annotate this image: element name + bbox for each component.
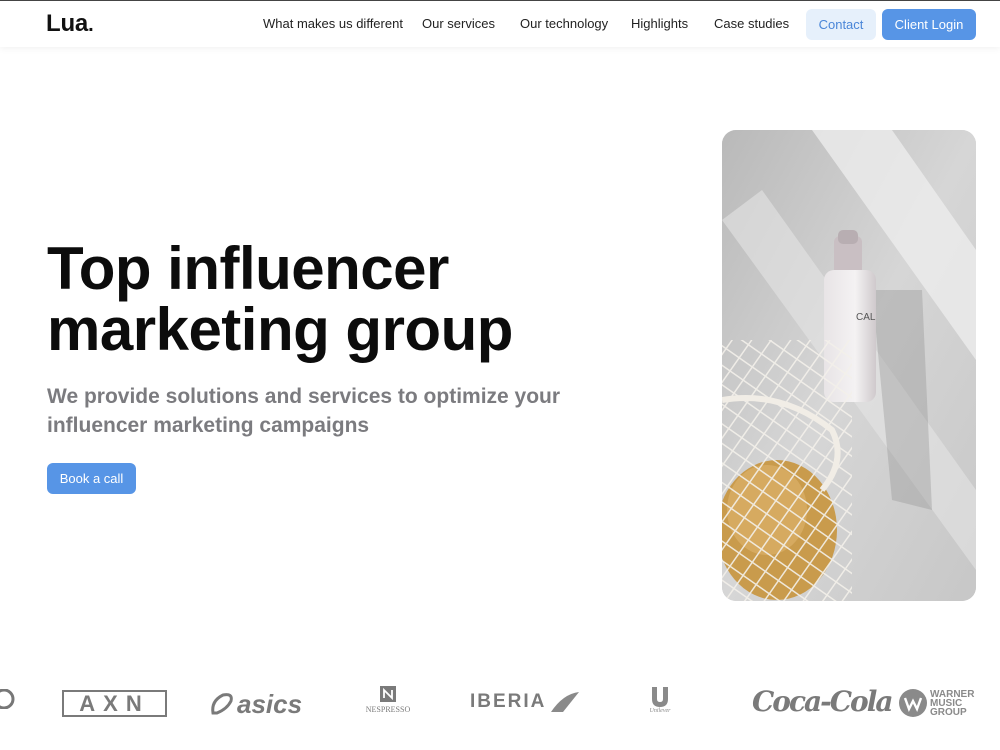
hero-title-line-2: marketing group <box>47 296 513 363</box>
main-nav: What makes us different Our services Our… <box>0 1 1000 48</box>
nav-case-studies[interactable]: Case studies <box>714 16 789 31</box>
warner-line-3: GROUP <box>930 706 967 718</box>
hero-title: Top influencer marketing group <box>47 238 667 360</box>
hero-product-image: CAL <box>722 130 976 601</box>
nav-highlights[interactable]: Highlights <box>631 16 688 31</box>
partial-brand-icon <box>0 689 15 709</box>
brand-asics-logo: asics <box>209 688 302 720</box>
brand-warner-music-text: WARNER MUSIC GROUP <box>930 689 974 718</box>
book-a-call-button[interactable]: Book a call <box>47 463 136 494</box>
brand-unilever-text: Unilever <box>649 708 671 714</box>
brand-warner-music-logo: WARNER MUSIC GROUP <box>898 688 974 718</box>
client-login-button[interactable]: Client Login <box>882 9 976 40</box>
brand-coca-cola-logo: Coca-Cola <box>752 685 894 718</box>
site-header: Lua. What makes us different Our service… <box>0 0 1000 47</box>
svg-text:CAL: CAL <box>856 312 876 323</box>
hero-title-line-1: Top influencer <box>47 235 449 302</box>
brand-iberia-logo: IBERIA <box>470 690 581 714</box>
brand-axn-text: AXN <box>79 690 150 716</box>
nespresso-n-icon <box>380 686 396 702</box>
warner-w-icon <box>899 689 927 717</box>
brand-nespresso-text: NESPRESSO <box>365 705 411 714</box>
iberia-wing-icon <box>551 692 580 712</box>
brand-logos-strip: AXN asics NESPRESSO IBERIA Unilever Coca… <box>0 680 1000 730</box>
asics-swirl-icon <box>211 693 233 715</box>
product-bottle-photo: CAL <box>722 130 976 601</box>
nav-what-makes-us-different[interactable]: What makes us different <box>263 16 403 31</box>
brand-nespresso-logo: NESPRESSO <box>364 686 412 714</box>
nav-our-services[interactable]: Our services <box>422 16 495 31</box>
nav-our-technology[interactable]: Our technology <box>520 16 608 31</box>
contact-button[interactable]: Contact <box>806 9 876 40</box>
brand-iberia-text: IBERIA <box>470 691 547 712</box>
brand-axn-logo: AXN <box>62 690 167 717</box>
hero-subtitle: We provide solutions and services to opt… <box>47 385 561 437</box>
brand-coca-cola-text: Coca-Cola <box>752 685 894 718</box>
brand-asics-text: asics <box>237 688 303 719</box>
brand-unilever-logo: Unilever <box>646 686 674 714</box>
unilever-u-icon <box>652 687 668 707</box>
